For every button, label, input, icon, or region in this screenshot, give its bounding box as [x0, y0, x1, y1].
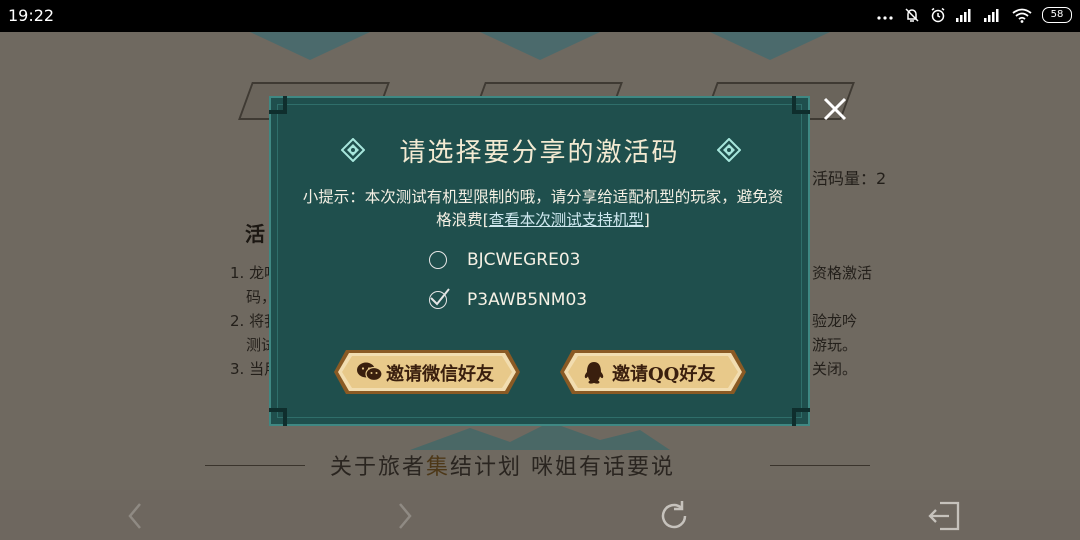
- back-arrow-icon[interactable]: [118, 498, 154, 534]
- forward-arrow-icon[interactable]: [386, 498, 422, 534]
- footer-title-part: 关于旅者: [330, 455, 427, 480]
- tip-text: 小提示：本次测试有机型限制的哦，请分享给适配机型的玩家，避免资格浪费[查看本次测…: [298, 186, 788, 232]
- dialog-corner: [269, 408, 287, 426]
- decor-shape: [710, 32, 830, 60]
- bg-fragment: 关闭。: [812, 360, 858, 378]
- dialog-corner: [792, 408, 810, 426]
- code-option[interactable]: BJCWEGRE03: [429, 246, 580, 274]
- qq-penguin-icon: [584, 362, 604, 384]
- refresh-icon[interactable]: [656, 498, 692, 534]
- code-option[interactable]: P3AWB5NM03: [429, 286, 587, 314]
- divider-line: [770, 465, 870, 466]
- status-icons: 58: [876, 7, 1072, 23]
- supported-models-link[interactable]: 查看本次测试支持机型: [489, 211, 644, 229]
- more-dots-icon: [877, 16, 893, 20]
- bg-fragment: 游玩。: [812, 336, 858, 354]
- invite-wechat-button[interactable]: 邀请微信好友: [332, 348, 522, 396]
- share-code-dialog: 请选择要分享的激活码 小提示：本次测试有机型限制的哦，请分享给适配机型的玩家，避…: [269, 96, 810, 426]
- signal-icon: [956, 9, 971, 22]
- wechat-button-label: 邀请微信好友: [386, 364, 494, 385]
- invite-qq-button[interactable]: 邀请QQ好友: [558, 348, 748, 396]
- radio-checked-icon[interactable]: [429, 288, 450, 309]
- dialog-title: 请选择要分享的激活码: [399, 138, 680, 168]
- decor-shape: [480, 32, 600, 60]
- bg-fragment: 资格激活: [812, 264, 873, 282]
- bg-counter-text: 活码量：2: [812, 169, 887, 188]
- footer-title-part: 结计划 咪姐有话要说: [450, 455, 676, 480]
- footer-title: 关于旅者集结计划 咪姐有话要说: [330, 449, 675, 481]
- dialog-corner: [269, 96, 287, 114]
- bell-off-icon: [905, 8, 919, 22]
- bg-fragment: 验龙吟: [812, 312, 858, 330]
- alarm-icon: [931, 7, 945, 23]
- exit-icon[interactable]: [926, 498, 962, 534]
- dialog-corner: [792, 96, 810, 114]
- close-icon[interactable]: [821, 95, 849, 123]
- status-time: 19:22: [8, 6, 55, 25]
- code-label: BJCWEGRE03: [467, 250, 581, 270]
- tip-bracket: ]: [643, 211, 650, 229]
- wechat-icon: [357, 362, 383, 382]
- status-bar: 19:22 58: [0, 0, 1080, 32]
- battery-icon: 58: [1042, 7, 1072, 23]
- wifi-icon: [1012, 8, 1032, 23]
- decor-shape: [250, 32, 370, 60]
- qq-button-label: 邀请QQ好友: [612, 364, 716, 385]
- footer-title-highlight: 集: [426, 455, 451, 480]
- code-label: P3AWB5NM03: [467, 290, 588, 310]
- navigation-bar: [0, 490, 1080, 540]
- divider-line: [205, 465, 305, 466]
- radio-unchecked-icon[interactable]: [429, 251, 447, 269]
- signal-icon: [984, 9, 999, 22]
- bg-section-heading: 活: [245, 222, 265, 246]
